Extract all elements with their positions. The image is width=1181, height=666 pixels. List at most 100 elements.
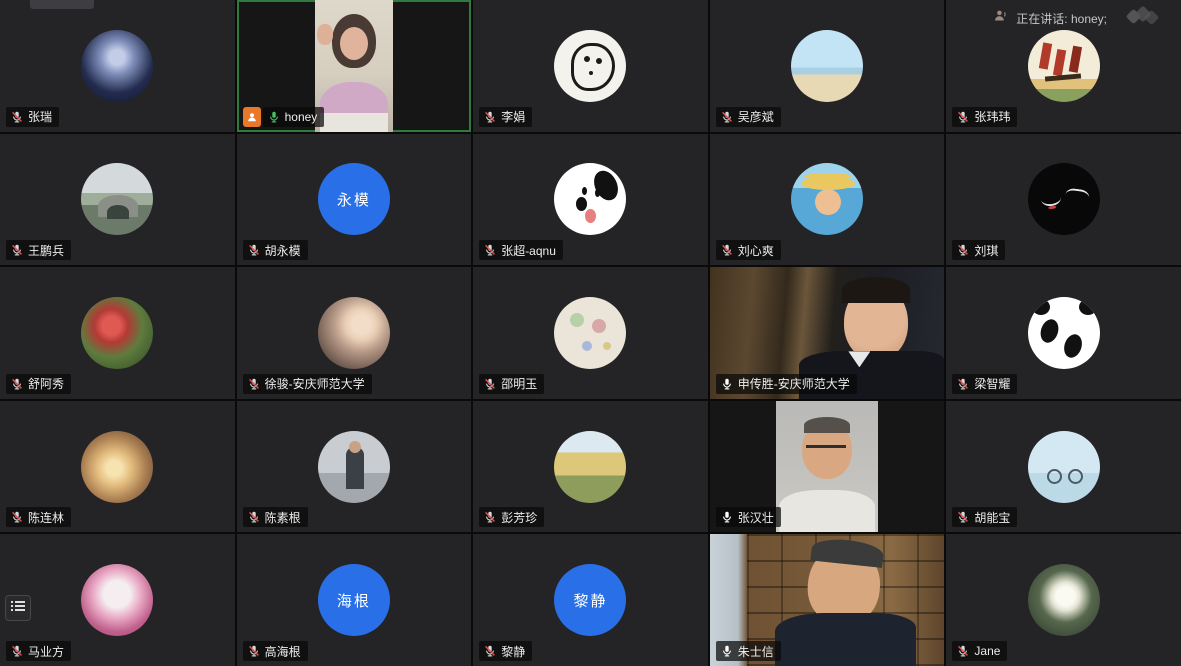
name-tag: 李娟 xyxy=(479,107,532,127)
participant-name: 高海根 xyxy=(265,643,301,660)
list-icon xyxy=(11,599,25,617)
participant-tile[interactable]: 刘心爽 xyxy=(710,134,945,266)
participant-tile[interactable]: 张超-aqnu xyxy=(473,134,708,266)
participant-name: 黎静 xyxy=(501,643,525,660)
participant-name: 邵明玉 xyxy=(501,375,537,392)
participant-name: 胡永模 xyxy=(265,242,301,259)
mic-icon xyxy=(721,645,733,657)
name-tag: 张玮玮 xyxy=(952,107,1017,127)
name-tag: 陈连林 xyxy=(6,507,71,527)
name-tag-box: 高海根 xyxy=(243,641,308,661)
participant-tile[interactable]: 黎静黎静 xyxy=(473,534,708,666)
participant-tile[interactable]: 彭芳珍 xyxy=(473,401,708,533)
name-tag: 邵明玉 xyxy=(479,374,544,394)
layout-list-button[interactable] xyxy=(5,595,31,621)
name-tag-box: 徐骏-安庆师范大学 xyxy=(243,374,372,394)
video-figure xyxy=(775,613,916,666)
name-tag-box: 舒阿秀 xyxy=(6,374,71,394)
participant-name: honey xyxy=(285,110,318,124)
participant-name: 张超-aqnu xyxy=(501,242,556,259)
name-tag-box: 张超-aqnu xyxy=(479,240,563,260)
name-tag-box: 胡永模 xyxy=(243,240,308,260)
name-tag: 高海根 xyxy=(243,641,308,661)
name-tag-box: 陈素根 xyxy=(243,507,308,527)
participant-tile[interactable]: 陈连林 xyxy=(0,401,235,533)
participant-tile[interactable]: 朱士信 xyxy=(710,534,945,666)
participant-tile[interactable]: 马业方 xyxy=(0,534,235,666)
avatar xyxy=(81,431,153,503)
mic-muted-icon xyxy=(11,111,23,123)
participant-name: 张玮玮 xyxy=(974,108,1010,125)
name-tag: 吴彦斌 xyxy=(716,107,781,127)
avatar: 黎静 xyxy=(554,564,626,636)
mic-icon xyxy=(721,511,733,523)
meeting-gallery-view: 张瑞honey李娟吴彦斌张玮玮王鹏兵永模胡永模张超-aqnu刘心爽刘琪舒阿秀徐骏… xyxy=(0,0,1181,666)
mic-active-icon xyxy=(268,111,280,123)
mic-muted-icon xyxy=(248,645,260,657)
name-tag-box: 梁智耀 xyxy=(952,374,1017,394)
participant-name: 张瑞 xyxy=(28,108,52,125)
participant-tile[interactable]: Jane xyxy=(946,534,1181,666)
participant-name: 胡能宝 xyxy=(974,509,1010,526)
participant-tile[interactable]: 胡能宝 xyxy=(946,401,1181,533)
name-tag-box: 马业方 xyxy=(6,641,71,661)
participant-tile[interactable]: 张瑞 xyxy=(0,0,235,132)
name-tag-box: 刘心爽 xyxy=(716,240,781,260)
avatar xyxy=(318,431,390,503)
participant-name: 陈素根 xyxy=(265,509,301,526)
name-tag: 王鹏兵 xyxy=(6,240,71,260)
name-tag: 刘心爽 xyxy=(716,240,781,260)
name-tag-box: 刘琪 xyxy=(952,240,1005,260)
name-tag-box: 张汉壮 xyxy=(716,507,781,527)
participant-grid: 张瑞honey李娟吴彦斌张玮玮王鹏兵永模胡永模张超-aqnu刘心爽刘琪舒阿秀徐骏… xyxy=(0,0,1181,666)
name-tag-box: Jane xyxy=(952,641,1007,661)
name-tag-box: 李娟 xyxy=(479,107,532,127)
name-tag: 张汉壮 xyxy=(716,507,781,527)
mic-muted-icon xyxy=(957,378,969,390)
participant-tile[interactable]: 梁智耀 xyxy=(946,267,1181,399)
participant-tile[interactable]: 李娟 xyxy=(473,0,708,132)
participant-tile[interactable]: honey xyxy=(237,0,472,132)
video-figure xyxy=(844,284,908,360)
participant-tile[interactable]: 申传胜-安庆师范大学 xyxy=(710,267,945,399)
avatar xyxy=(1028,431,1100,503)
speaking-indicator: 正在讲话: honey; xyxy=(994,9,1107,27)
participant-tile[interactable]: 刘琪 xyxy=(946,134,1181,266)
participant-tile[interactable]: 王鹏兵 xyxy=(0,134,235,266)
name-tag-box: 黎静 xyxy=(479,641,532,661)
mic-muted-icon xyxy=(248,244,260,256)
participant-tile[interactable]: 徐骏-安庆师范大学 xyxy=(237,267,472,399)
name-tag: Jane xyxy=(952,641,1007,661)
name-tag-box: honey xyxy=(263,107,325,127)
mic-muted-icon xyxy=(484,244,496,256)
mic-muted-icon xyxy=(248,378,260,390)
mic-muted-icon xyxy=(11,511,23,523)
name-tag: 彭芳珍 xyxy=(479,507,544,527)
participant-tile[interactable]: 邵明玉 xyxy=(473,267,708,399)
participant-name: 吴彦斌 xyxy=(738,108,774,125)
participant-tile[interactable]: 舒阿秀 xyxy=(0,267,235,399)
name-tag: 申传胜-安庆师范大学 xyxy=(716,374,857,394)
video-feed xyxy=(776,401,878,533)
participant-tile[interactable]: 陈素根 xyxy=(237,401,472,533)
name-tag: 黎静 xyxy=(479,641,532,661)
host-badge-icon xyxy=(243,107,261,127)
name-tag-box: 王鹏兵 xyxy=(6,240,71,260)
mic-muted-icon xyxy=(957,111,969,123)
participant-tile[interactable]: 永模胡永模 xyxy=(237,134,472,266)
participant-name: 朱士信 xyxy=(738,643,774,660)
mic-muted-icon xyxy=(721,244,733,256)
name-tag-box: 邵明玉 xyxy=(479,374,544,394)
video-figure xyxy=(317,24,333,45)
name-tag-box: 申传胜-安庆师范大学 xyxy=(716,374,857,394)
participant-tile[interactable]: 海根高海根 xyxy=(237,534,472,666)
avatar-initials: 永模 xyxy=(337,189,371,210)
participant-tile[interactable]: 张汉壮 xyxy=(710,401,945,533)
mic-muted-icon xyxy=(484,511,496,523)
name-tag: 舒阿秀 xyxy=(6,374,71,394)
avatar xyxy=(81,564,153,636)
participant-name: 王鹏兵 xyxy=(28,242,64,259)
mic-muted-icon xyxy=(11,378,23,390)
participant-tile[interactable]: 吴彦斌 xyxy=(710,0,945,132)
person-speaking-icon xyxy=(994,9,1007,27)
